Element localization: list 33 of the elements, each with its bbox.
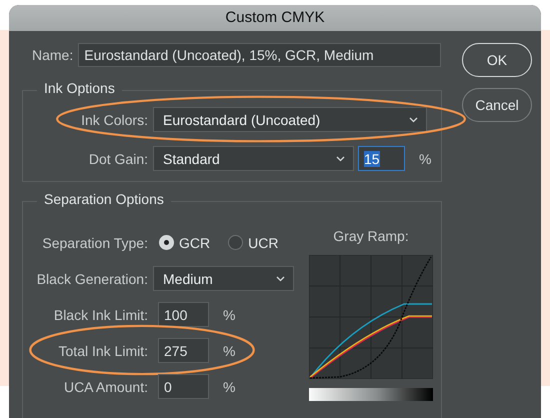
name-label: Name: (32, 47, 74, 63)
field-label: UCA Amount: (62, 378, 149, 394)
radio-option[interactable]: UCR (228, 234, 278, 250)
radio-option[interactable]: GCR (159, 234, 210, 250)
selected-text: 15 (364, 150, 380, 166)
cancel-button[interactable]: Cancel (462, 88, 532, 122)
window-title: Custom CMYK (9, 5, 541, 31)
ramp-label: Gray Ramp: (333, 228, 409, 244)
field-label: Ink Colors: (80, 112, 149, 128)
field-label: Black Ink Limit: (52, 306, 149, 322)
unit-label: % (419, 150, 432, 166)
unit-label: % (223, 306, 236, 322)
chevron-icon (336, 156, 345, 162)
field-label: Total Ink Limit: (58, 342, 149, 358)
field-label: Dot Gain: (88, 150, 149, 166)
number-field[interactable]: 275 (158, 338, 209, 363)
field-label: Separation Type: (41, 234, 149, 250)
group-title: Separation Options (37, 191, 171, 207)
number-field[interactable]: 0 (158, 374, 209, 399)
chevron-icon (276, 276, 285, 282)
field-label: Black Generation: (36, 270, 149, 286)
dropdown[interactable]: Medium (153, 266, 294, 291)
percent-field[interactable]: 15 (358, 146, 405, 171)
dropdown[interactable]: Standard (153, 146, 354, 171)
chevron-icon (409, 116, 418, 122)
name-field[interactable]: Eurostandard (Uncoated), 15%, GCR, Medium (78, 43, 442, 67)
number-field[interactable]: 100 (158, 302, 209, 327)
radio-button[interactable] (228, 235, 244, 250)
group-title: Ink Options (37, 80, 122, 96)
unit-label: % (223, 342, 236, 358)
ok-button[interactable]: OK (462, 43, 532, 77)
unit-label: % (223, 378, 236, 394)
dropdown[interactable]: Eurostandard (Uncoated) (153, 107, 427, 132)
